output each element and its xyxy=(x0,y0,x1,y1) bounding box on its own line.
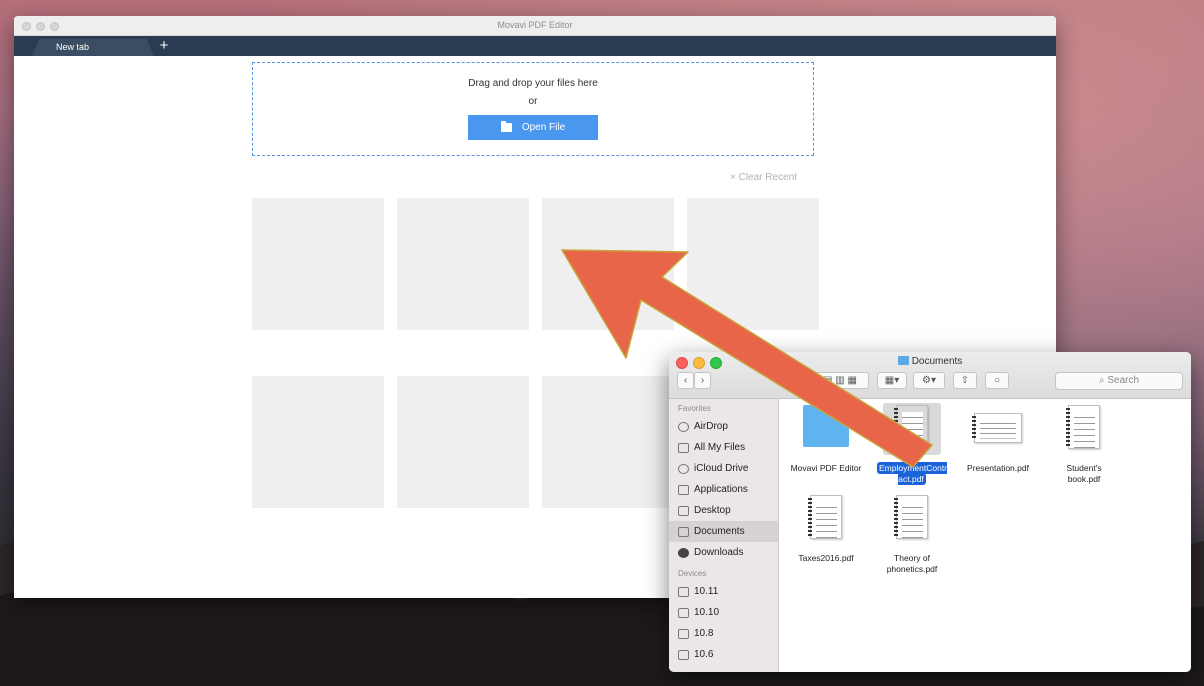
drag-direction-arrow xyxy=(561,249,933,468)
